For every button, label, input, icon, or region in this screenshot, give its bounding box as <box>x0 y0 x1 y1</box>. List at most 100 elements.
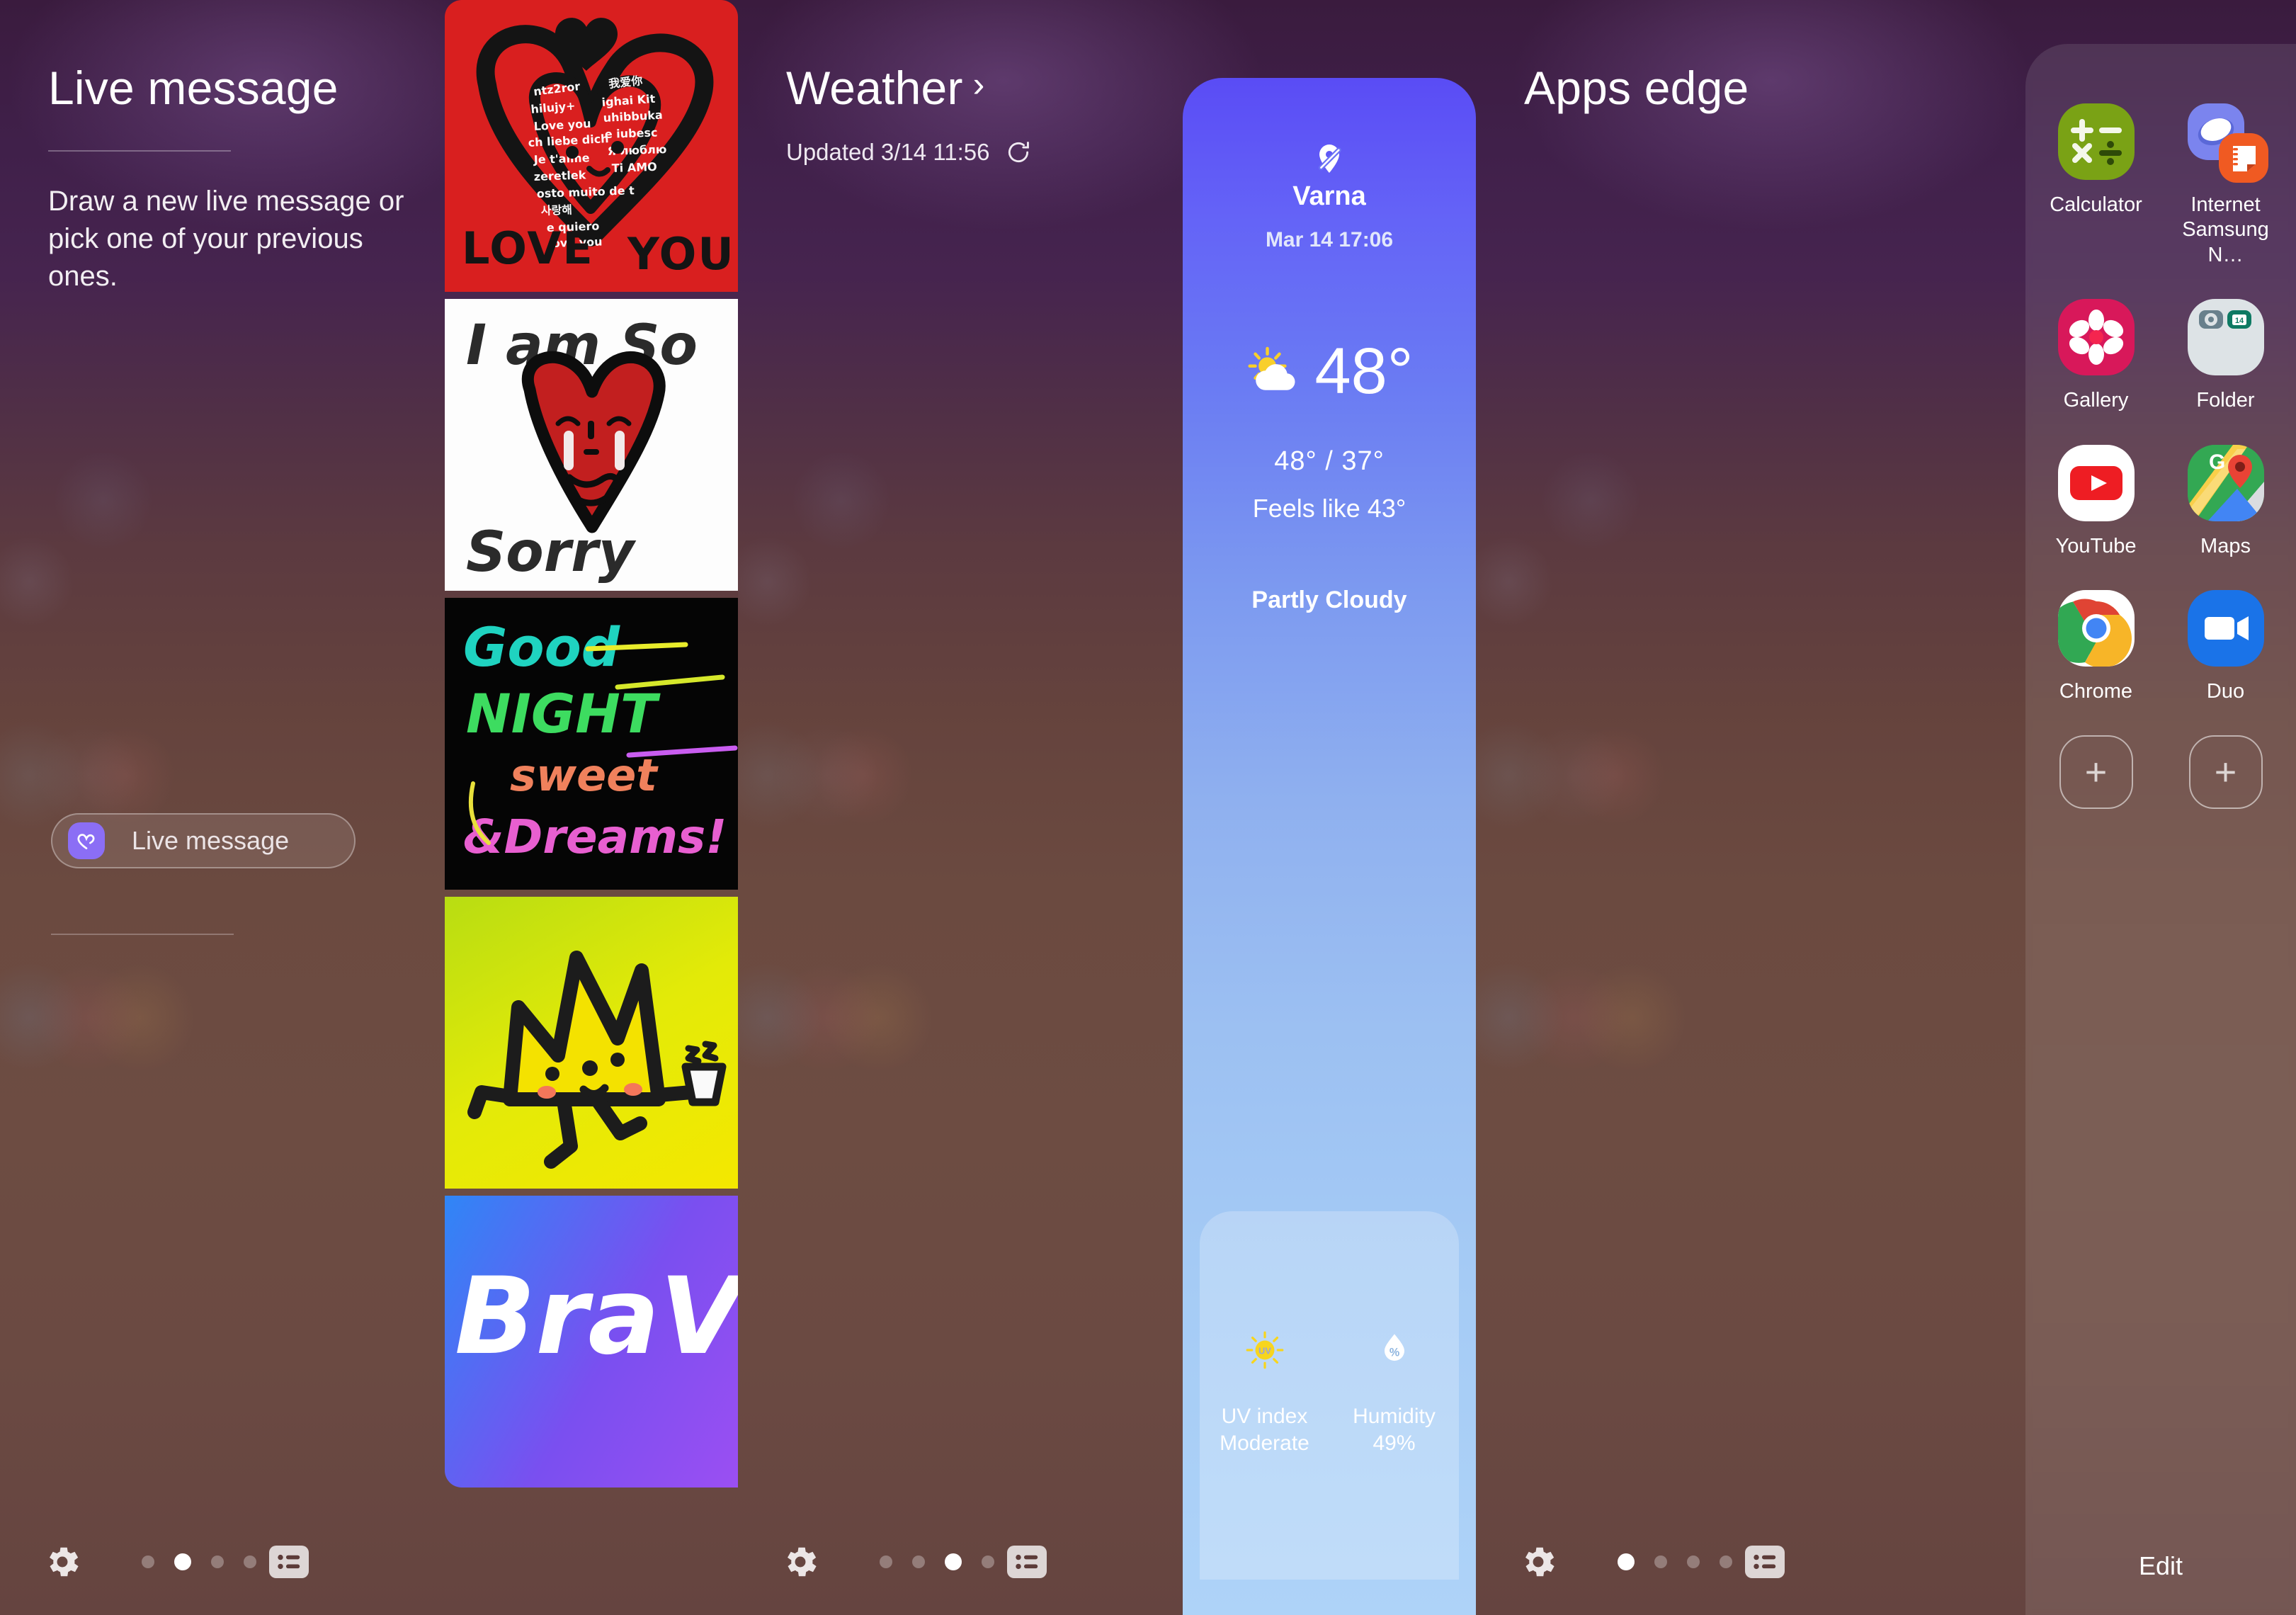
app-item-gallery[interactable]: Gallery <box>2031 299 2161 413</box>
weather-updated-text: Updated 3/14 11:56 <box>786 139 990 165</box>
svg-text:YOU: YOU <box>627 228 735 280</box>
app-item-add-slot-2[interactable]: + <box>2161 735 2290 810</box>
weather-datetime: Mar 14 17:06 <box>1265 228 1394 251</box>
live-message-thumbnail-rail[interactable]: ntz2ror hilujy+ Love you ch liebe dich J… <box>445 0 738 1615</box>
svg-text:Sorry: Sorry <box>466 521 637 584</box>
page-dot-3[interactable] <box>1687 1556 1700 1568</box>
page-dot-2[interactable] <box>912 1556 925 1568</box>
list-icon[interactable] <box>1007 1546 1047 1578</box>
uv-sun-icon: UV <box>1245 1331 1285 1373</box>
weather-city: Varna <box>1292 181 1366 211</box>
youtube-icon <box>2057 444 2135 521</box>
svg-text:BraVo!: BraVo! <box>455 1255 738 1378</box>
page-dot-4[interactable] <box>244 1556 256 1568</box>
plus-icon[interactable]: + <box>2059 735 2133 810</box>
gallery-icon <box>2057 299 2135 376</box>
app-item-maps[interactable]: G Maps <box>2161 444 2290 559</box>
list-icon[interactable] <box>269 1546 309 1578</box>
gear-icon[interactable] <box>780 1542 820 1582</box>
heart-outline-icon <box>68 822 105 859</box>
weather-card[interactable]: Varna Mar 14 17:06 48° 48° / 37° Feels l… <box>1183 78 1476 1615</box>
panel-apps-edge: Apps edge Calculator Internet Samsung N…… <box>1476 0 2296 1615</box>
page-indicator-dots[interactable] <box>142 1553 256 1570</box>
app-label: Gallery <box>2063 389 2129 412</box>
svg-text:LOVE: LOVE <box>462 222 594 274</box>
weather-metric-humidity: % Humidity 49% <box>1329 1330 1459 1456</box>
app-label: Calculator <box>2050 193 2142 216</box>
svg-text:NIGHT: NIGHT <box>466 682 661 745</box>
panel-live-message: Live message Draw a new live message or … <box>0 0 738 1615</box>
svg-text:사랑해: 사랑해 <box>540 203 572 217</box>
folder-icon: 14 <box>2187 299 2264 376</box>
svg-text:e iubesc: e iubesc <box>604 125 657 141</box>
below-button-divider <box>51 934 234 935</box>
panel-nav-bar-live-message <box>0 1509 738 1615</box>
page-dot-3[interactable] <box>211 1556 224 1568</box>
list-icon[interactable] <box>1745 1546 1785 1578</box>
page-indicator-dots[interactable] <box>1618 1553 1732 1570</box>
weather-condition: Partly Cloudy <box>1251 586 1407 613</box>
list-item[interactable]: Good NIGHT sweet &Dreams! <box>445 598 738 890</box>
list-item[interactable] <box>445 897 738 1189</box>
live-message-button-label: Live message <box>132 826 290 855</box>
panel-nav-bar-weather <box>738 1509 1476 1615</box>
app-item-duo[interactable]: Duo <box>2161 589 2290 704</box>
partly-cloudy-icon <box>1245 346 1305 397</box>
app-label: Maps <box>2200 534 2251 557</box>
weather-metric-uv-value: Moderate <box>1220 1431 1309 1455</box>
page-dot-1[interactable] <box>1618 1553 1635 1570</box>
app-item-youtube[interactable]: YouTube <box>2031 444 2161 559</box>
list-item[interactable]: BraVo! <box>445 1196 738 1488</box>
page-title-weather[interactable]: Weather › <box>786 61 985 115</box>
live-message-button[interactable]: Live message <box>51 813 356 868</box>
page-dot-4[interactable] <box>982 1556 994 1568</box>
svg-text:Ti AMO: Ti AMO <box>611 160 657 175</box>
app-item-internet-samsung-notes[interactable]: Internet Samsung N… <box>2161 103 2290 268</box>
refresh-icon[interactable] <box>1005 139 1032 166</box>
maps-icon: G <box>2187 444 2264 521</box>
weather-updated-row: Updated 3/14 11:56 <box>786 139 1032 166</box>
panel-nav-bar-apps-edge <box>1476 1509 2296 1615</box>
page-title-live-message: Live message <box>48 62 339 114</box>
svg-text:sweet: sweet <box>510 749 659 801</box>
calculator-icon <box>2057 103 2135 180</box>
app-label: Duo <box>2206 679 2245 703</box>
svg-text:Je t'aime: Je t'aime <box>533 151 589 166</box>
weather-feels-like: Feels like 43° <box>1252 494 1406 523</box>
page-dot-2[interactable] <box>174 1553 191 1570</box>
page-dot-4[interactable] <box>1720 1556 1732 1568</box>
weather-metric-uv-label: UV index <box>1221 1405 1308 1428</box>
location-off-icon <box>1183 142 1476 179</box>
weather-title-text: Weather <box>786 62 963 114</box>
app-item-add-slot-1[interactable]: + <box>2031 735 2161 810</box>
app-item-calculator[interactable]: Calculator <box>2031 103 2161 268</box>
app-label: YouTube <box>2055 534 2137 557</box>
svg-text:%: % <box>1389 1347 1399 1359</box>
svg-text:&Dreams!: &Dreams! <box>463 810 727 864</box>
page-dot-1[interactable] <box>880 1556 892 1568</box>
list-item[interactable]: ntz2ror hilujy+ Love you ch liebe dich J… <box>445 0 738 292</box>
app-label: Chrome <box>2059 679 2133 703</box>
app-item-folder[interactable]: 14 Folder <box>2161 299 2290 413</box>
page-title-apps-edge: Apps edge <box>1524 62 1749 114</box>
list-item[interactable]: I am So Sorry <box>445 299 738 591</box>
gear-icon[interactable] <box>42 1542 82 1582</box>
svg-text:UV: UV <box>1258 1345 1271 1356</box>
svg-text:14: 14 <box>2234 317 2244 325</box>
page-dot-2[interactable] <box>1654 1556 1667 1568</box>
page-dot-1[interactable] <box>142 1556 154 1568</box>
apps-edge-tray: Calculator Internet Samsung N… Gallery 1… <box>2025 44 2296 1615</box>
plus-icon[interactable]: + <box>2188 735 2263 810</box>
page-dot-3[interactable] <box>945 1553 962 1570</box>
app-item-chrome[interactable]: Chrome <box>2031 589 2161 704</box>
app-label: Folder <box>2196 389 2255 412</box>
edge-panels-screen: Live message Draw a new live message or … <box>0 0 2296 1615</box>
apps-edge-grid: Calculator Internet Samsung N… Gallery 1… <box>2025 103 2296 810</box>
weather-temperature-row: 48° <box>1183 339 1476 404</box>
page-indicator-dots[interactable] <box>880 1553 994 1570</box>
svg-text:G: G <box>2209 450 2225 474</box>
app-label: Internet Samsung N… <box>2182 193 2269 266</box>
chrome-icon <box>2057 589 2135 667</box>
humidity-drop-icon: % <box>1375 1334 1414 1373</box>
gear-icon[interactable] <box>1518 1542 1558 1582</box>
